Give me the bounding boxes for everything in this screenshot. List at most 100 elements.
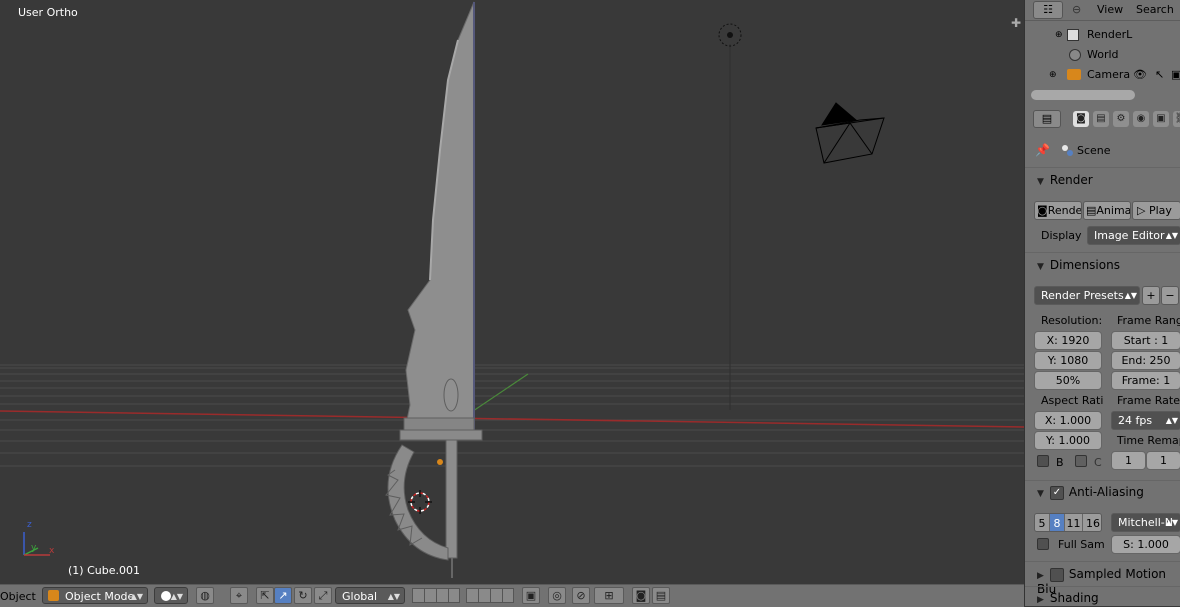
editor-type-icon[interactable]: ☷ bbox=[1033, 1, 1063, 19]
translate-manipulator-icon[interactable]: ⇱ bbox=[256, 587, 274, 604]
dropdown-arrow-icon: ▲▼ bbox=[387, 592, 400, 601]
move-arrow-icon[interactable]: ↗ bbox=[274, 587, 292, 604]
full-sample-checkbox[interactable] bbox=[1037, 538, 1049, 550]
dropdown-arrow-icon: ▲▼ bbox=[1165, 231, 1178, 240]
frame-end-field[interactable]: End: 250 bbox=[1111, 351, 1180, 370]
x-axis-line bbox=[0, 410, 1024, 428]
time-remap-old-field[interactable]: 1 bbox=[1111, 451, 1146, 470]
rotate-manipulator-icon[interactable]: ↻ bbox=[294, 587, 312, 604]
display-dropdown[interactable]: Image Editor ▲▼ bbox=[1087, 226, 1180, 245]
shading-panel-title: Shading bbox=[1049, 591, 1099, 605]
render-camera-icon[interactable]: ▣ bbox=[1171, 65, 1180, 85]
viewport-split-plus-icon[interactable]: ✚ bbox=[1011, 17, 1023, 29]
outliner-item-world[interactable]: World bbox=[1025, 45, 1180, 65]
aa-samples-5[interactable]: 5 bbox=[1035, 514, 1050, 531]
opengl-render-animation-icon[interactable]: ▤ bbox=[652, 587, 670, 604]
constraints-tab-icon[interactable]: ⛓ bbox=[1173, 111, 1180, 127]
antialiasing-checkbox[interactable]: ✓ bbox=[1049, 485, 1064, 500]
render-tab-icon[interactable]: ◙ bbox=[1073, 111, 1089, 127]
plus-icon: + bbox=[1146, 289, 1156, 302]
visibility-eye-icon[interactable]: 👁 bbox=[1133, 65, 1147, 85]
resolution-percentage-slider[interactable]: 50% bbox=[1034, 371, 1102, 390]
expand-triangle-icon: ▶ bbox=[1037, 571, 1044, 581]
pivot-point-icon[interactable]: ◍ bbox=[196, 587, 214, 604]
motion-blur-checkbox[interactable] bbox=[1049, 567, 1064, 582]
aspect-ratio-label: Aspect Rati bbox=[1041, 394, 1104, 407]
antialiasing-panel-title: Anti-Aliasing bbox=[1068, 485, 1144, 499]
snap-toggle-icon[interactable]: ⊘ bbox=[572, 587, 590, 604]
proportional-edit-icon[interactable]: ◎ bbox=[548, 587, 566, 604]
scale-manipulator-icon[interactable]: ⤢ bbox=[314, 587, 332, 604]
3d-viewport[interactable]: User Ortho (1) Cube.001 z y x ✚ bbox=[0, 0, 1024, 584]
frame-step-field[interactable]: Frame: 1 bbox=[1111, 371, 1180, 390]
snap-element-dropdown-icon[interactable]: ⊞ bbox=[594, 587, 624, 604]
dimensions-panel-header[interactable]: ▼ Dimensions bbox=[1037, 258, 1120, 272]
lock-layers-icon[interactable]: ▣ bbox=[522, 587, 540, 604]
add-preset-button[interactable]: + bbox=[1142, 286, 1160, 305]
antialiasing-panel-header[interactable]: ▼ ✓ Anti-Aliasing bbox=[1037, 485, 1144, 500]
collapse-icon[interactable]: ⊖ bbox=[1072, 3, 1081, 16]
play-button[interactable]: ▷ Play bbox=[1132, 201, 1180, 220]
opengl-render-icon[interactable]: ◙ bbox=[632, 587, 650, 604]
transform-orientation-dropdown[interactable]: Global ▲▼ bbox=[335, 587, 405, 604]
orientation-label: Global bbox=[342, 590, 378, 603]
search-menu[interactable]: Search bbox=[1136, 3, 1174, 16]
render-presets-dropdown[interactable]: Render Presets ▲▼ bbox=[1034, 286, 1140, 305]
pin-icon[interactable]: 📌 bbox=[1035, 143, 1050, 157]
layer-buttons-set-1[interactable] bbox=[412, 588, 460, 603]
aspect-x-field[interactable]: X: 1.000 bbox=[1034, 411, 1102, 430]
render-animation-button[interactable]: ▤Anima bbox=[1083, 201, 1131, 220]
outliner-item-label: Camera bbox=[1087, 68, 1131, 81]
dropdown-arrow-icon: ▲▼ bbox=[1165, 518, 1178, 527]
object-menu[interactable]: Object bbox=[0, 590, 36, 603]
crop-checkbox[interactable] bbox=[1075, 455, 1087, 467]
shading-panel-header[interactable]: ▶ Shading bbox=[1037, 591, 1099, 605]
remove-preset-button[interactable]: − bbox=[1161, 286, 1179, 305]
frame-start-field[interactable]: Start : 1 bbox=[1111, 331, 1180, 350]
view-menu[interactable]: View bbox=[1097, 3, 1123, 16]
render-presets-label: Render Presets bbox=[1041, 289, 1124, 302]
lamp-object bbox=[718, 23, 742, 47]
aa-samples-11[interactable]: 11 bbox=[1065, 514, 1083, 531]
camera-object bbox=[815, 102, 885, 164]
outliner-item-render-layers[interactable]: ⊕ RenderL bbox=[1025, 25, 1180, 45]
world-tab-icon[interactable]: ◉ bbox=[1133, 111, 1149, 127]
render-image-button[interactable]: ◙Rende bbox=[1034, 201, 1082, 220]
world-icon bbox=[1069, 49, 1081, 61]
resolution-y-field[interactable]: Y: 1080 bbox=[1034, 351, 1102, 370]
scene-tab-icon[interactable]: ⚙ bbox=[1113, 111, 1129, 127]
time-remap-new-field[interactable]: 1 bbox=[1146, 451, 1180, 470]
minus-icon: − bbox=[1165, 289, 1175, 302]
outliner-scrollbar[interactable] bbox=[1031, 90, 1135, 100]
expand-icon[interactable]: ⊕ bbox=[1049, 65, 1057, 85]
display-label: Display bbox=[1041, 229, 1082, 242]
mode-dropdown[interactable]: Object Mode ▲▼ bbox=[42, 587, 148, 604]
aa-filter-size-field[interactable]: S: 1.000 bbox=[1111, 535, 1180, 554]
context-label: Scene bbox=[1077, 144, 1111, 157]
outliner-item-camera[interactable]: ⊕ Camera 👁 ↖ ▣ bbox=[1025, 65, 1180, 85]
resolution-x-field[interactable]: X: 1920 bbox=[1034, 331, 1102, 350]
layer-buttons-set-2[interactable] bbox=[466, 588, 514, 603]
frame-rate-dropdown[interactable]: 24 fps ▲▼ bbox=[1111, 411, 1180, 430]
manipulator-toggle-icon[interactable]: ⌖ bbox=[230, 587, 248, 604]
render-camera-icon: ◙ bbox=[1037, 204, 1048, 217]
selectable-arrow-icon[interactable]: ↖ bbox=[1155, 65, 1164, 85]
outliner-item-label: World bbox=[1087, 48, 1119, 61]
render-panel-header[interactable]: ▼ Render bbox=[1037, 173, 1093, 187]
aa-samples-8[interactable]: 8 bbox=[1050, 514, 1065, 531]
aa-filter-dropdown[interactable]: Mitchell-N ▲▼ bbox=[1111, 513, 1180, 532]
object-tab-icon[interactable]: ▣ bbox=[1153, 111, 1169, 127]
dropdown-arrow-icon: ▲▼ bbox=[1124, 291, 1137, 300]
render-animation-label: Anima bbox=[1096, 204, 1131, 217]
render-layers-tab-icon[interactable]: ▤ bbox=[1093, 111, 1109, 127]
expand-icon[interactable]: ⊕ bbox=[1055, 25, 1063, 45]
editor-type-icon[interactable]: ▤ bbox=[1033, 110, 1061, 128]
render-layers-icon bbox=[1067, 29, 1079, 41]
viewport-title: User Ortho bbox=[18, 6, 78, 19]
aa-samples-16[interactable]: 16 bbox=[1083, 514, 1101, 531]
border-checkbox[interactable] bbox=[1037, 455, 1049, 467]
properties-panel: ▤ ◙ ▤ ⚙ ◉ ▣ ⛓ 📌 Scene ▼Render ◙Rende ▤An… bbox=[1024, 104, 1180, 606]
dropdown-arrow-icon: ▲▼ bbox=[170, 592, 183, 601]
viewport-shading-dropdown[interactable]: ▲▼ bbox=[154, 587, 188, 604]
aspect-y-field[interactable]: Y: 1.000 bbox=[1034, 431, 1102, 450]
